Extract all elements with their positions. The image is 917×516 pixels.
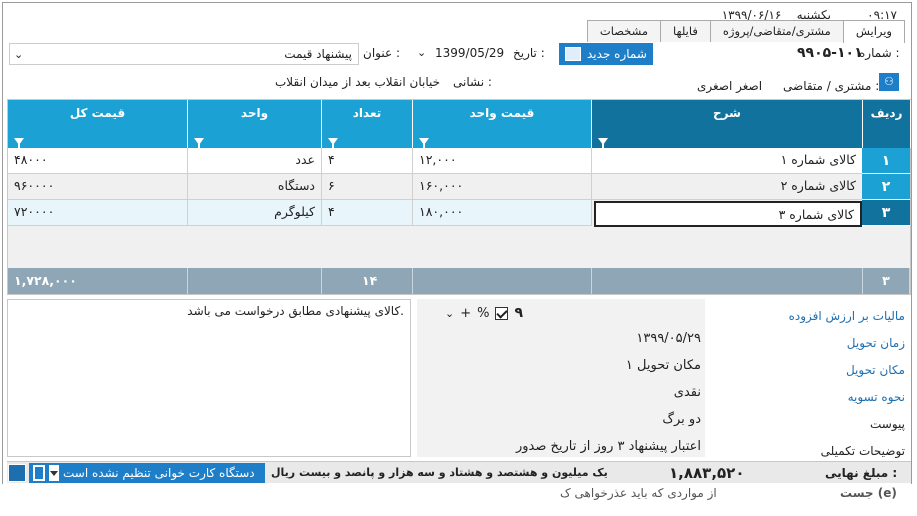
status-bar: دستگاه کارت خوانی تنظیم نشده است یک میلی… — [7, 461, 911, 483]
row-number[interactable]: ۲ — [862, 174, 910, 200]
chevron-down-icon[interactable] — [49, 465, 59, 481]
title-input[interactable]: ⌄ پیشنهاد قیمت — [9, 43, 359, 65]
cell-unit-price[interactable]: ۱۶۰,۰۰۰ — [413, 174, 592, 200]
chevron-down-icon[interactable]: ⌄ — [445, 307, 454, 320]
cell-qty[interactable]: ۶ — [322, 174, 413, 200]
attachment-value[interactable]: دو برگ — [662, 412, 701, 427]
cell-unit-price[interactable]: ۱۸۰,۰۰۰ — [413, 200, 592, 226]
delivery-place-value[interactable]: مکان تحویل ۱ — [626, 358, 701, 373]
tab-specs[interactable]: مشخصات — [586, 20, 662, 42]
filter-icon[interactable] — [328, 138, 338, 149]
cell-unit[interactable]: عدد — [188, 148, 322, 174]
date-label: تاریخ : — [513, 46, 545, 60]
extra-label: توضیحات تکمیلی — [820, 444, 905, 458]
title-value: پیشنهاد قیمت — [284, 47, 352, 61]
vat-percent: % — [477, 305, 490, 321]
footer-desc — [592, 268, 863, 294]
filter-icon[interactable] — [598, 138, 608, 149]
payment-label[interactable]: نحوه تسویه — [848, 390, 905, 404]
cell-unit[interactable]: دستگاه — [188, 174, 322, 200]
plus-icon[interactable]: + — [460, 306, 471, 321]
col-header-desc[interactable]: شرح — [592, 100, 863, 149]
details-labels: مالیات بر ارزش افزوده زمان تحویل مکان تح… — [705, 299, 911, 458]
col-header-qty[interactable]: تعداد — [322, 100, 413, 149]
date-field[interactable]: 1399/05/29 — [435, 46, 504, 60]
torn-edge: از مواردی که باید عذرخواهی ک جست (e) — [0, 484, 917, 516]
extra-value[interactable]: اعتبار پیشنهاد ۳ روز از تاریخ صدور — [516, 439, 701, 454]
cell-total[interactable]: ۹۶۰۰۰۰ — [8, 174, 188, 200]
tab-edit[interactable]: ویرایش — [842, 20, 905, 43]
footer-qty-sum: ۱۴ — [322, 268, 413, 294]
delivery-time-label[interactable]: زمان تحویل — [847, 336, 905, 350]
card-reader-icon — [33, 465, 45, 481]
delivery-time-value[interactable]: ۱۳۹۹/۰۵/۲۹ — [636, 331, 701, 346]
footer-unit — [188, 268, 322, 294]
row-number[interactable]: ۳ — [862, 200, 910, 226]
details-area: کالای پیشنهادی مطابق درخواست می باشد. ⌄ … — [7, 299, 911, 459]
tab-files[interactable]: فایلها — [660, 20, 711, 42]
filter-icon[interactable] — [419, 138, 429, 149]
header-row-1: ⌄ پیشنهاد قیمت عنوان : ⌄ 1399/05/29 تاری… — [7, 43, 911, 69]
cell-desc[interactable]: کالای شماره ۱ — [592, 148, 863, 174]
calculator-icon — [565, 47, 581, 61]
col-header-unit[interactable]: واحد — [188, 100, 322, 149]
cell-total[interactable]: ۷۲۰۰۰۰ — [8, 200, 188, 226]
cell-unit[interactable]: کیلوگرم — [188, 200, 322, 226]
main-window: ۰۹:۱۷ یکشنبه ۱۳۹۹/۰۶/۱۶ ویرایش مشتری/متق… — [2, 2, 912, 510]
notes-textarea[interactable]: کالای پیشنهادی مطابق درخواست می باشد. — [7, 299, 411, 457]
filter-icon[interactable] — [14, 138, 24, 149]
address-label: نشانی : — [453, 75, 492, 89]
people-icon[interactable]: ⚇ — [879, 73, 899, 91]
cell-unit-price[interactable]: ۱۲,۰۰۰ — [413, 148, 592, 174]
vat-value[interactable]: ۹ — [514, 305, 523, 321]
cell-total[interactable]: ۴۸۰۰۰ — [8, 148, 188, 174]
tab-strip: ویرایش مشتری/متقاضی/پروژه فایلها مشخصات — [586, 20, 905, 43]
date-dropdown-icon[interactable]: ⌄ — [417, 46, 426, 59]
vat-control: ⌄ + % ۹ — [445, 302, 567, 324]
customer-value[interactable]: اصغر اصغری — [697, 79, 762, 93]
col-header-row[interactable]: ردیف — [863, 100, 911, 148]
col-header-total[interactable]: قیمت کل — [8, 100, 188, 149]
ghost-text-left: از مواردی که باید عذرخواهی ک — [560, 486, 717, 500]
chevron-down-icon[interactable]: ⌄ — [14, 48, 23, 61]
header-row-2: خیابان انقلاب بعد از میدان انقلاب نشانی … — [7, 73, 911, 97]
items-grid: ردیف شرح قیمت واحد تعداد واحد قیمت کل ۴۸… — [7, 99, 911, 295]
number-label: شماره : — [859, 46, 900, 60]
payment-value[interactable]: نقدی — [674, 385, 701, 400]
card-reader-selector[interactable]: دستگاه کارت خوانی تنظیم نشده است — [29, 463, 265, 483]
new-number-label: شماره جدید — [587, 47, 647, 61]
customer-label: مشتری / متقاضی : — [783, 79, 880, 93]
cell-desc-editing[interactable]: کالای شماره ۳ — [594, 201, 862, 227]
details-values: ⌄ + % ۹ ۱۳۹۹/۰۵/۲۹ مکان تحویل ۱ نقدی دو … — [417, 299, 705, 457]
cell-desc[interactable]: کالای شماره ۲ — [592, 174, 863, 200]
final-amount-value: ۱,۸۸۳,۵۲۰ — [669, 464, 745, 482]
final-amount-label: مبلغ نهایی : — [825, 466, 898, 480]
calculator-icon[interactable] — [8, 464, 26, 482]
tab-customer-project[interactable]: مشتری/متقاضی/پروژه — [709, 20, 844, 42]
new-number-button[interactable]: شماره جدید — [559, 43, 653, 65]
address-value: خیابان انقلاب بعد از میدان انقلاب — [275, 75, 441, 89]
cell-qty[interactable]: ۴ — [322, 148, 413, 174]
cell-qty[interactable]: ۴ — [322, 200, 413, 226]
final-amount-words: یک میلیون و هشتصد و هشتاد و سه هزار و پا… — [271, 466, 608, 479]
row-number[interactable]: ۱ — [862, 148, 910, 174]
attachment-label: پیوست — [870, 417, 905, 431]
footer-row-count: ۳ — [863, 268, 910, 294]
footer-total-sum: ۱,۷۲۸,۰۰۰ — [8, 268, 188, 294]
filter-icon[interactable] — [194, 138, 204, 149]
ghost-text-right: جست (e) — [840, 486, 897, 500]
footer-unit-price — [413, 268, 592, 294]
number-field[interactable]: ۹۹۰۵-۱۰۱ — [797, 45, 863, 61]
title-label: عنوان : — [363, 46, 400, 60]
card-reader-text: دستگاه کارت خوانی تنظیم نشده است — [63, 466, 255, 480]
vat-label[interactable]: مالیات بر ارزش افزوده — [789, 309, 905, 323]
vat-checkbox[interactable] — [495, 306, 509, 320]
grid-footer: ۱,۷۲۸,۰۰۰ ۱۴ ۳ — [8, 268, 910, 294]
col-header-unit-price[interactable]: قیمت واحد — [413, 100, 592, 149]
delivery-place-label[interactable]: مکان تحویل — [846, 363, 905, 377]
